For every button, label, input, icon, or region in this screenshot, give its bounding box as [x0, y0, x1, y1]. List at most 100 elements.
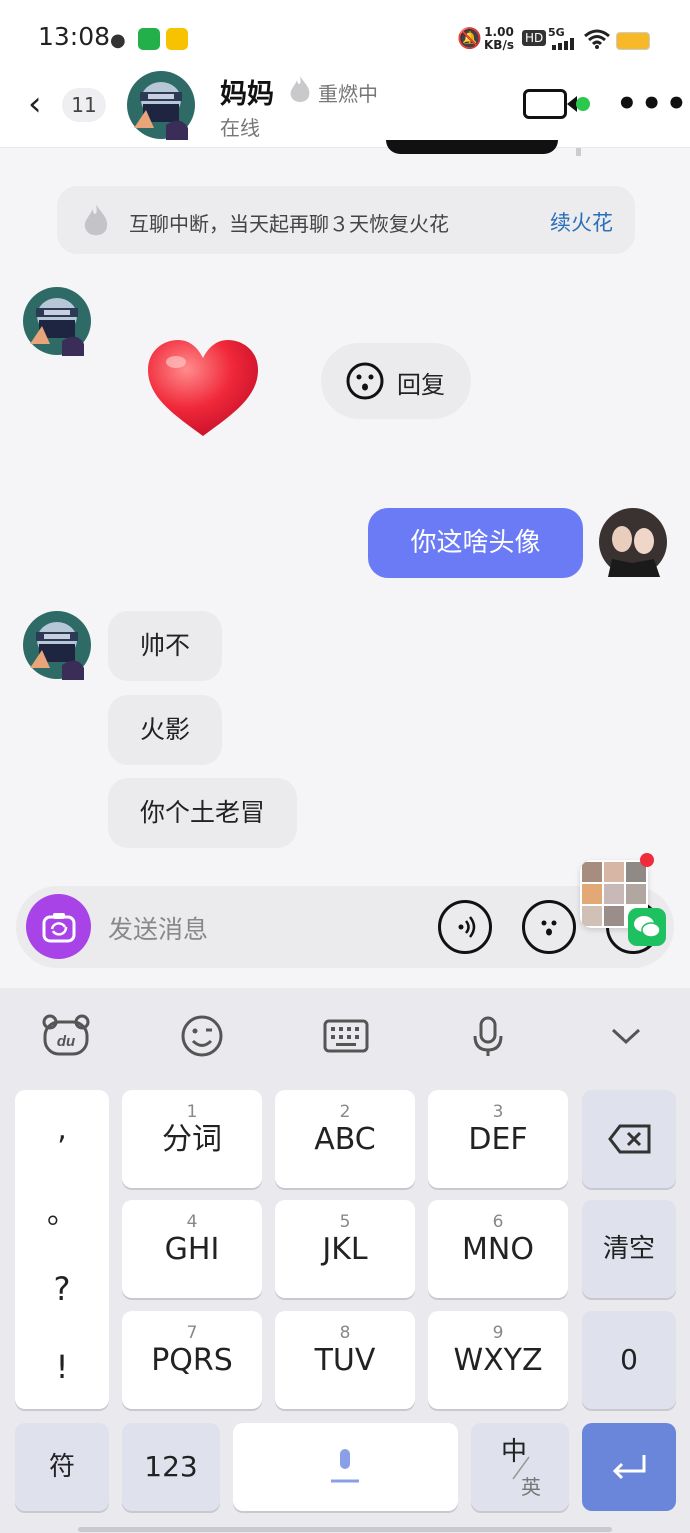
key-number: 8: [339, 1323, 351, 1343]
key-4-ghi[interactable]: 4 GHI: [122, 1200, 262, 1298]
key-number: 6: [492, 1212, 504, 1232]
my-avatar[interactable]: [598, 507, 668, 577]
online-status: 在线: [220, 116, 260, 140]
unread-count-badge[interactable]: 11: [62, 88, 106, 122]
key-label: DEF: [468, 1122, 528, 1157]
wechat-bubbles-icon: [634, 916, 661, 938]
contact-avatar[interactable]: [22, 610, 92, 680]
status-bar: 13:08 ● 🔕 1.00 KB/s HD 5G: [0, 0, 690, 70]
key-7-pqrs[interactable]: 7 PQRS: [122, 1311, 262, 1409]
key-number: 5: [339, 1212, 351, 1232]
key-number: 3: [492, 1102, 504, 1122]
symbols-key[interactable]: 符: [15, 1423, 109, 1511]
net-speed-unit: KB/s: [484, 38, 514, 52]
message-bubble-in[interactable]: 帅不: [108, 611, 223, 681]
voice-space-icon: [331, 1449, 359, 1483]
contact-avatar[interactable]: [22, 286, 92, 356]
message-input-bar: 发送消息: [16, 886, 674, 968]
app-notification-icon: [138, 28, 160, 50]
punct-exclamation[interactable]: !: [15, 1348, 109, 1386]
contact-avatar[interactable]: [126, 70, 196, 140]
net-speed: 1.00 KB/s: [484, 26, 514, 52]
signal-icon: [552, 38, 576, 50]
battery-icon: [616, 32, 650, 50]
svg-text:du: du: [57, 1033, 75, 1050]
chat-header: ‹ 11 妈妈 重燃中 在线 •••: [0, 70, 690, 148]
zero-key[interactable]: 0: [582, 1311, 676, 1409]
camera-button[interactable]: [26, 894, 91, 959]
video-call-icon[interactable]: [523, 89, 577, 119]
meituan-icon: [166, 28, 188, 50]
enter-icon: [612, 1455, 646, 1480]
back-icon[interactable]: ‹: [28, 84, 42, 124]
key-label: 分词: [162, 1122, 222, 1157]
more-icon[interactable]: •••: [616, 84, 690, 124]
key-9-wxyz[interactable]: 9 WXYZ: [428, 1311, 568, 1409]
backspace-icon: [608, 1124, 651, 1154]
key-number: 7: [186, 1323, 198, 1343]
mute-icon: 🔕: [457, 26, 482, 50]
renew-spark-link[interactable]: 续火花: [550, 207, 613, 237]
scroll-indicator[interactable]: [576, 148, 581, 156]
key-label: WXYZ: [453, 1343, 543, 1378]
punct-question[interactable]: ?: [15, 1270, 109, 1308]
key-label: MNO: [462, 1232, 534, 1267]
key-2-abc[interactable]: 2 ABC: [275, 1090, 415, 1188]
voice-icon: [458, 916, 476, 938]
chevron-down-icon[interactable]: [596, 1006, 656, 1066]
message-input[interactable]: 发送消息: [108, 910, 208, 946]
keyboard-skin-icon[interactable]: du: [36, 1006, 96, 1066]
backspace-key[interactable]: [582, 1090, 676, 1188]
smiley-icon: [346, 362, 384, 400]
key-1-segment[interactable]: 1 分词: [122, 1090, 262, 1188]
punctuation-column[interactable]: , 。 ? !: [15, 1090, 109, 1409]
key-number: 2: [339, 1102, 351, 1122]
keyboard: du , 。 ? ! 1 分词 2 ABC 3 DEF 4 GHI 5 JKL …: [0, 988, 690, 1533]
key-5-jkl[interactable]: 5 JKL: [275, 1200, 415, 1298]
wechat-icon[interactable]: [628, 908, 666, 946]
voice-message-button[interactable]: [438, 900, 492, 954]
emoji-panel-icon[interactable]: [172, 1006, 232, 1066]
key-number: 4: [186, 1212, 198, 1232]
home-indicator[interactable]: [78, 1527, 612, 1532]
previous-message-edge: [386, 140, 558, 154]
spark-interrupted-notice: 互聊中断，当天起再聊３天恢复火花 续火花: [57, 186, 635, 254]
punct-period[interactable]: 。: [15, 1188, 109, 1232]
language-switch-key[interactable]: 中 英: [471, 1423, 569, 1511]
flame-icon: [84, 204, 108, 236]
camera-icon: [42, 913, 76, 943]
key-label: ABC: [314, 1122, 376, 1157]
smiley-icon: [541, 920, 557, 936]
status-time: 13:08: [38, 22, 111, 51]
key-number: 1: [186, 1102, 198, 1122]
key-3-def[interactable]: 3 DEF: [428, 1090, 568, 1188]
numbers-key[interactable]: 123: [122, 1423, 220, 1511]
keyboard-layout-icon[interactable]: [316, 1006, 376, 1066]
rekindle-status: 重燃中: [318, 82, 378, 106]
notification-dot: [640, 853, 654, 867]
key-6-mno[interactable]: 6 MNO: [428, 1200, 568, 1298]
clear-key[interactable]: 清空: [582, 1200, 676, 1298]
key-number: 9: [492, 1323, 504, 1343]
notice-text: 互聊中断，当天起再聊３天恢复火花: [129, 212, 449, 236]
punct-comma[interactable]: ,: [15, 1112, 109, 1147]
message-bubble-in[interactable]: 火影: [108, 695, 223, 765]
flame-icon: [290, 76, 310, 102]
heart-sticker[interactable]: [146, 338, 260, 440]
key-8-tuv[interactable]: 8 TUV: [275, 1311, 415, 1409]
reply-button[interactable]: 回复: [321, 343, 471, 419]
message-bubble-out[interactable]: 你这啥头像: [368, 508, 583, 578]
microphone-icon[interactable]: [458, 1006, 518, 1066]
divider-slash: [512, 1456, 530, 1480]
message-bubble-in[interactable]: 你个土老冒: [108, 778, 298, 848]
space-key[interactable]: [233, 1423, 458, 1511]
emoji-button[interactable]: [522, 900, 576, 954]
hd-badge: HD: [522, 30, 547, 46]
enter-key[interactable]: [582, 1423, 676, 1511]
key-label: PQRS: [151, 1343, 233, 1378]
key-label: JKL: [322, 1232, 368, 1267]
online-dot: [576, 97, 590, 111]
wifi-icon: [584, 29, 610, 49]
reply-label: 回复: [397, 371, 445, 399]
key-label: TUV: [314, 1343, 376, 1378]
